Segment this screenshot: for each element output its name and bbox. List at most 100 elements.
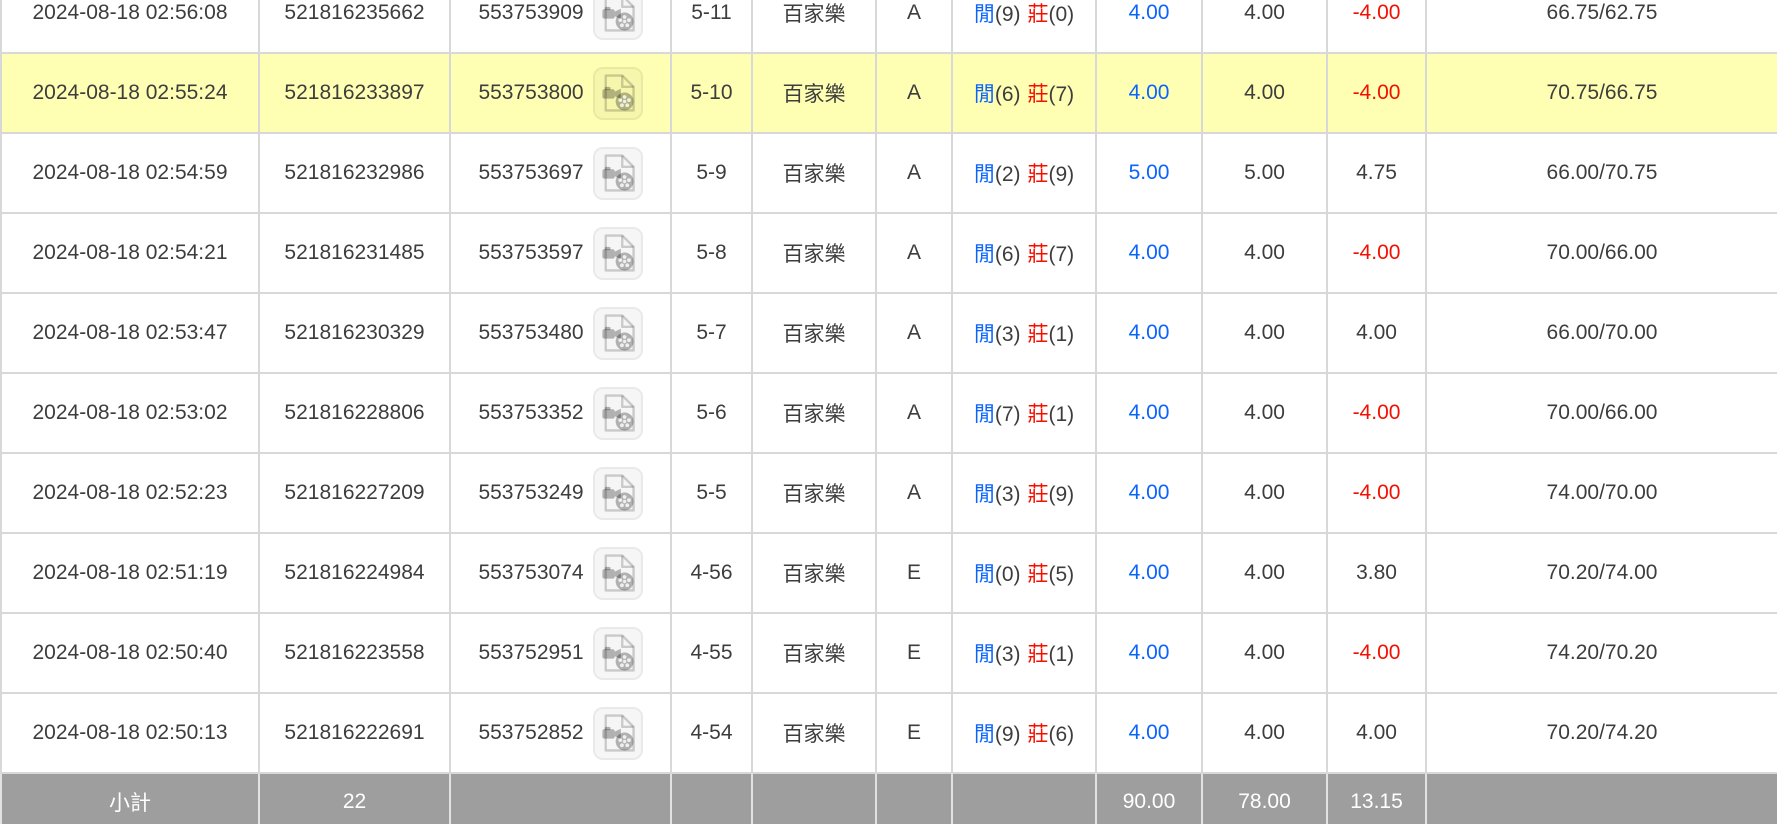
video-replay-button[interactable] <box>593 67 643 120</box>
video-file-icon <box>601 634 635 672</box>
bet-id: 521816223558 <box>259 613 450 693</box>
bet-time: 2024-08-18 02:56:08 <box>1 0 259 53</box>
banker-points: (7) <box>1049 83 1075 106</box>
round-number: 4-54 <box>671 693 752 773</box>
bet-id: 521816228806 <box>259 373 450 453</box>
bet-time: 2024-08-18 02:53:02 <box>1 373 259 453</box>
video-replay-button[interactable] <box>593 707 643 760</box>
balance: 70.75/66.75 <box>1426 53 1777 133</box>
table-row[interactable]: 2024-08-18 02:55:24 521816233897 5537538… <box>1 53 1777 133</box>
table-name: A <box>876 453 952 533</box>
player-label: 閒 <box>974 163 995 186</box>
banker-points: (1) <box>1049 643 1075 666</box>
game-id-cell: 553752951 <box>450 613 671 693</box>
video-replay-button[interactable] <box>593 147 643 200</box>
bet-id: 521816232986 <box>259 133 450 213</box>
bet-history-body: 2024-08-18 02:56:08 521816235662 5537539… <box>1 0 1777 824</box>
banker-points: (9) <box>1049 483 1075 506</box>
win-loss: 4.75 <box>1327 133 1426 213</box>
game-result: 閒(6)莊(7) <box>952 53 1096 133</box>
bet-amount: 4.00 <box>1202 693 1327 773</box>
win-loss: -4.00 <box>1327 373 1426 453</box>
win-loss: -4.00 <box>1327 0 1426 53</box>
table-row[interactable]: 2024-08-18 02:51:19 521816224984 5537530… <box>1 533 1777 613</box>
table-name: E <box>876 533 952 613</box>
video-replay-button[interactable] <box>593 307 643 360</box>
table-row[interactable]: 2024-08-18 02:56:08 521816235662 5537539… <box>1 0 1777 53</box>
game-result: 閒(9)莊(6) <box>952 693 1096 773</box>
round-number: 5-6 <box>671 373 752 453</box>
video-replay-button[interactable] <box>593 0 643 40</box>
bet-id: 521816224984 <box>259 533 450 613</box>
player-label: 閒 <box>974 3 995 26</box>
summary-valid-bet: 90.00 <box>1096 773 1202 824</box>
player-label: 閒 <box>974 483 995 506</box>
table-row[interactable]: 2024-08-18 02:52:23 521816227209 5537532… <box>1 453 1777 533</box>
video-replay-button[interactable] <box>593 547 643 600</box>
valid-bet: 4.00 <box>1096 533 1202 613</box>
table-row[interactable]: 2024-08-18 02:50:13 521816222691 5537528… <box>1 693 1777 773</box>
video-file-icon <box>601 714 635 752</box>
banker-label: 莊 <box>1028 243 1049 266</box>
video-replay-button[interactable] <box>593 627 643 680</box>
bet-amount: 4.00 <box>1202 53 1327 133</box>
round-number: 5-7 <box>671 293 752 373</box>
win-loss: 4.00 <box>1327 293 1426 373</box>
game-name: 百家樂 <box>752 53 876 133</box>
banker-label: 莊 <box>1028 3 1049 26</box>
table-row[interactable]: 2024-08-18 02:54:21 521816231485 5537535… <box>1 213 1777 293</box>
video-file-icon <box>601 474 635 512</box>
banker-label: 莊 <box>1028 643 1049 666</box>
player-points: (3) <box>995 483 1021 506</box>
game-id: 553753480 <box>478 321 583 345</box>
video-file-icon <box>601 234 635 272</box>
game-id: 553752951 <box>478 641 583 665</box>
win-loss: -4.00 <box>1327 613 1426 693</box>
table-row[interactable]: 2024-08-18 02:53:47 521816230329 5537534… <box>1 293 1777 373</box>
table-name: A <box>876 213 952 293</box>
table-row[interactable]: 2024-08-18 02:50:40 521816223558 5537529… <box>1 613 1777 693</box>
summary-bet-amount: 78.00 <box>1202 773 1327 824</box>
video-file-icon <box>601 154 635 192</box>
win-loss: -4.00 <box>1327 453 1426 533</box>
round-number: 5-10 <box>671 53 752 133</box>
game-id-cell: 553753480 <box>450 293 671 373</box>
game-name: 百家樂 <box>752 533 876 613</box>
bet-amount: 4.00 <box>1202 453 1327 533</box>
game-id: 553753597 <box>478 241 583 265</box>
bet-amount: 4.00 <box>1202 213 1327 293</box>
game-id-cell: 553753597 <box>450 213 671 293</box>
bet-amount: 4.00 <box>1202 293 1327 373</box>
bet-time: 2024-08-18 02:52:23 <box>1 453 259 533</box>
table-name: A <box>876 293 952 373</box>
game-id: 553753249 <box>478 481 583 505</box>
player-label: 閒 <box>974 723 995 746</box>
summary-empty-cell <box>876 773 952 824</box>
round-number: 5-5 <box>671 453 752 533</box>
video-replay-button[interactable] <box>593 387 643 440</box>
game-result: 閒(7)莊(1) <box>952 373 1096 453</box>
player-points: (3) <box>995 323 1021 346</box>
game-id: 553753800 <box>478 81 583 105</box>
game-id-cell: 553753909 <box>450 0 671 53</box>
table-name: E <box>876 693 952 773</box>
valid-bet: 4.00 <box>1096 373 1202 453</box>
bet-time: 2024-08-18 02:50:13 <box>1 693 259 773</box>
table-row[interactable]: 2024-08-18 02:54:59 521816232986 5537536… <box>1 133 1777 213</box>
bet-id: 521816231485 <box>259 213 450 293</box>
win-loss: 4.00 <box>1327 693 1426 773</box>
player-points: (2) <box>995 163 1021 186</box>
bet-time: 2024-08-18 02:55:24 <box>1 53 259 133</box>
player-label: 閒 <box>974 403 995 426</box>
table-row[interactable]: 2024-08-18 02:53:02 521816228806 5537533… <box>1 373 1777 453</box>
summary-win-loss: 13.15 <box>1327 773 1426 824</box>
banker-points: (9) <box>1049 163 1075 186</box>
banker-points: (5) <box>1049 563 1075 586</box>
player-label: 閒 <box>974 323 995 346</box>
video-replay-button[interactable] <box>593 467 643 520</box>
video-file-icon <box>601 394 635 432</box>
player-points: (9) <box>995 723 1021 746</box>
video-replay-button[interactable] <box>593 227 643 280</box>
valid-bet: 5.00 <box>1096 133 1202 213</box>
bet-amount: 4.00 <box>1202 0 1327 53</box>
